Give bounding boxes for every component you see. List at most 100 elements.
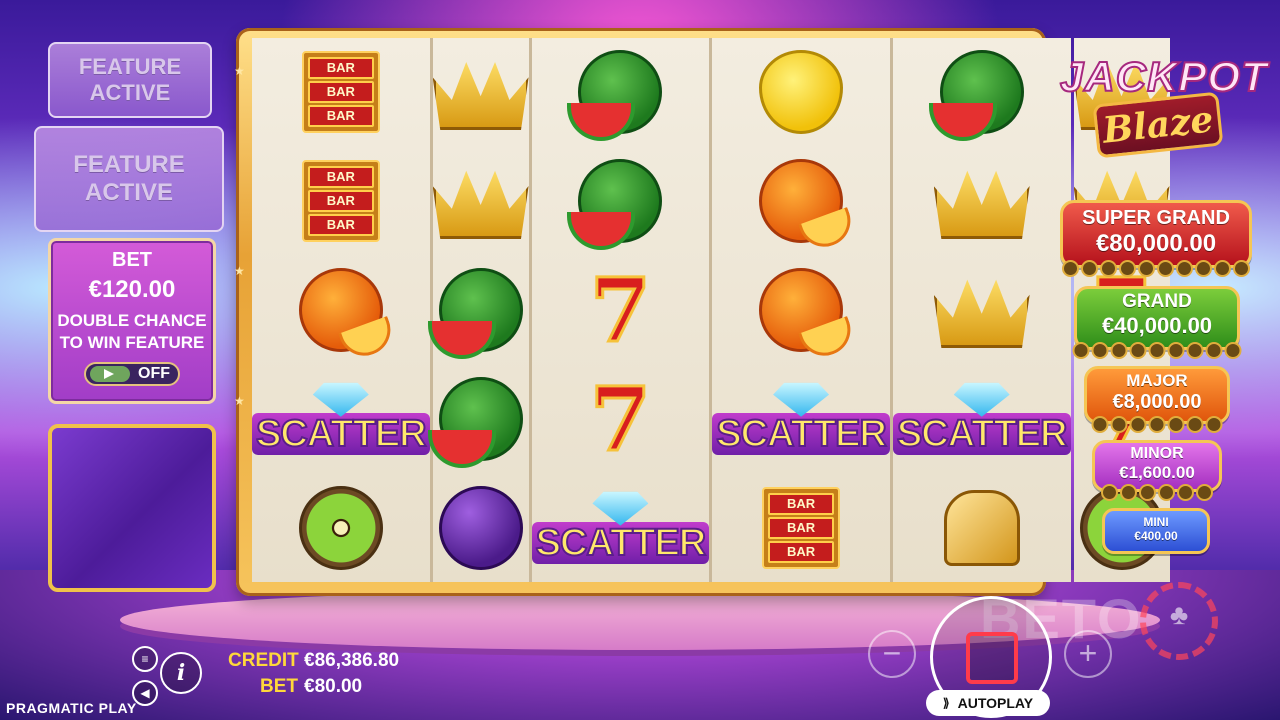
jackpot-dot <box>1091 342 1109 359</box>
reel-cell: SCATTER <box>712 364 890 473</box>
jackpot-super-grand: SUPER GRAND €80,000.00 <box>1060 200 1252 277</box>
jackpot-dot <box>1119 260 1136 277</box>
bar-label: BAR <box>307 57 374 80</box>
reel-cell: SCATTER <box>892 364 1071 473</box>
feature-active-label-1: FEATURE ACTIVE <box>78 54 182 105</box>
jackpot-amount: €400.00 <box>1134 529 1178 543</box>
scatter-label: SCATTER <box>712 412 890 455</box>
jackpot-minor: MINOR €1,600.00 <box>1092 440 1222 501</box>
jackpot-dots <box>1062 260 1250 277</box>
logo-line-2: Blaze <box>1092 91 1224 159</box>
double-chance-panel: BET €120.00 DOUBLE CHANCE TO WIN FEATURE… <box>48 238 216 404</box>
bar-symbol-icon: BAR BAR BAR <box>301 51 380 134</box>
bar-label: BAR <box>307 214 374 237</box>
feature-active-button-1[interactable]: FEATURE ACTIVE <box>48 42 212 118</box>
reel-cell: 7 <box>532 256 710 365</box>
game-logo: JACKPOT Blaze <box>1059 53 1268 196</box>
jackpot-dot <box>1195 260 1212 277</box>
jackpot-dot <box>1091 416 1109 433</box>
reel-cell <box>893 473 1071 582</box>
jackpot-dot <box>1110 416 1128 433</box>
toggle-state-label: OFF <box>138 365 170 382</box>
reel-cell <box>427 364 529 473</box>
jackpot-dots <box>1091 416 1223 433</box>
stop-icon <box>966 632 1018 684</box>
info-icon[interactable]: i <box>160 652 202 694</box>
credit-value: €86,386.80 <box>304 650 400 671</box>
bet-decrease-button[interactable]: − <box>868 630 916 678</box>
jackpot-dot <box>1214 260 1231 277</box>
jackpot-amount: €80,000.00 <box>1095 230 1217 257</box>
jackpot-amount: €40,000.00 <box>1101 313 1213 338</box>
scatter-symbol-icon: SCATTER <box>712 382 890 455</box>
watermark-chip-icon: ♣ <box>1140 582 1218 660</box>
seven-symbol-icon: 7 <box>588 366 652 471</box>
jackpot-dot <box>1081 260 1098 277</box>
autoplay-button[interactable]: ⟫ AUTOPLAY <box>926 690 1050 716</box>
jackpot-amount: €8,000.00 <box>1112 391 1202 413</box>
feature-buy-tile[interactable] <box>48 424 216 592</box>
double-chance-description: DOUBLE CHANCE TO WIN FEATURE <box>57 311 207 352</box>
orange-icon <box>759 159 844 244</box>
bar-symbol-icon: BAR BAR BAR <box>301 160 380 243</box>
jackpot-dots <box>1101 484 1213 501</box>
jackpot-dot <box>1176 260 1193 277</box>
autoplay-icon: ⟫ <box>942 696 950 710</box>
menu-icon[interactable]: ≡ <box>132 646 158 672</box>
double-chance-toggle[interactable]: OFF <box>84 362 180 386</box>
watermelon-icon <box>567 159 663 251</box>
reel-cell <box>433 473 529 582</box>
jackpot-dot <box>1167 342 1185 359</box>
jackpot-dot <box>1129 342 1147 359</box>
jackpot-name: MINOR <box>1130 445 1184 462</box>
watermelon-icon <box>427 267 523 359</box>
jackpot-dot <box>1224 342 1242 359</box>
reel-cell <box>432 38 529 147</box>
diamond-icon <box>953 382 1010 417</box>
jackpot-dot <box>1167 416 1185 433</box>
jackpot-dot <box>1148 342 1166 359</box>
jackpot-dot <box>1205 342 1223 359</box>
bet-increase-button[interactable]: + <box>1064 630 1112 678</box>
jackpot-dots <box>1072 342 1242 359</box>
bet-panel-value: €120.00 <box>88 276 176 303</box>
bar-label: BAR <box>768 540 835 563</box>
jackpot-dot <box>1139 484 1156 501</box>
reel-cell: SCATTER <box>531 473 710 582</box>
reel-1: BAR BAR BAR BAR BAR BAR SCATTER <box>252 38 430 582</box>
jackpot-dot <box>1157 260 1174 277</box>
bar-label: BAR <box>307 81 374 104</box>
reel-3: 7 7 SCATTER <box>531 38 710 582</box>
reel-4: SCATTER BAR BAR BAR <box>712 38 890 582</box>
jackpot-dot <box>1101 484 1118 501</box>
crown-icon <box>933 170 1030 240</box>
feature-active-button-2[interactable]: FEATURE ACTIVE <box>34 126 224 232</box>
frame-star-icon: ★ <box>234 64 245 78</box>
jackpot-name: GRAND <box>1122 291 1192 312</box>
jackpot-name: SUPER GRAND <box>1082 207 1230 229</box>
jackpot-dot <box>1072 342 1090 359</box>
credit-label: CREDIT <box>228 650 299 671</box>
jackpot-dot <box>1233 260 1250 277</box>
reel-cell <box>252 473 430 582</box>
watermelon-icon <box>567 50 663 142</box>
crown-icon <box>432 61 529 131</box>
jackpot-amount: €1,600.00 <box>1119 463 1195 482</box>
jackpot-mini: MINI €400.00 <box>1102 508 1210 554</box>
scatter-symbol-icon: SCATTER <box>531 491 710 564</box>
bet-row: BET €80.00 <box>228 676 362 698</box>
bar-label: BAR <box>307 190 374 213</box>
jackpot-dot <box>1205 416 1223 433</box>
jackpot-name: MAJOR <box>1126 371 1188 390</box>
seven-symbol-icon: 7 <box>588 257 652 362</box>
orange-icon <box>298 267 383 352</box>
frame-star-icon: ★ <box>234 264 245 278</box>
reel-cell <box>712 256 890 365</box>
reel-cell: BAR BAR BAR <box>712 473 890 582</box>
diamond-icon <box>592 491 649 526</box>
logo-line-1: JACKPOT <box>1059 53 1268 100</box>
bet-label: BET <box>260 676 298 697</box>
scatter-symbol-icon: SCATTER <box>252 382 430 455</box>
bar-label: BAR <box>768 492 835 515</box>
jackpot-dot <box>1186 416 1204 433</box>
